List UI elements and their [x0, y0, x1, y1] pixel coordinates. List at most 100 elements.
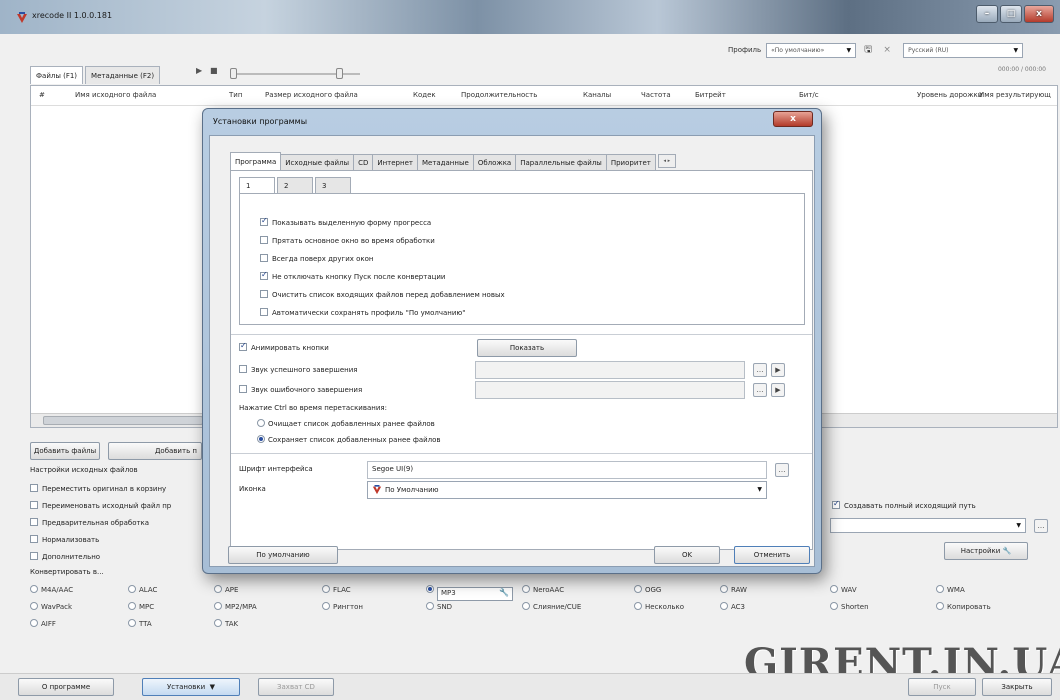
- close-window-button[interactable]: x: [1024, 5, 1054, 23]
- radio[interactable]: [634, 602, 642, 610]
- column-header[interactable]: Каналы: [583, 91, 611, 99]
- checkbox[interactable]: [30, 518, 38, 526]
- scrollbar-thumb[interactable]: [43, 416, 203, 425]
- play-sound-icon[interactable]: ▶: [771, 383, 785, 397]
- ok-button[interactable]: OK: [654, 546, 720, 564]
- column-header[interactable]: Частота: [641, 91, 671, 99]
- start-button[interactable]: Пуск: [908, 678, 976, 696]
- add-files-button[interactable]: Добавить файлы: [30, 442, 100, 460]
- radio[interactable]: [128, 602, 136, 610]
- option-preprocess[interactable]: Предварительная обработка: [30, 518, 149, 527]
- format-option[interactable]: AC3: [720, 602, 745, 611]
- format-option[interactable]: Копировать: [936, 602, 991, 611]
- column-header[interactable]: #: [39, 91, 45, 99]
- browse-icon[interactable]: …: [753, 363, 767, 377]
- column-header[interactable]: Битрейт: [695, 91, 726, 99]
- option-sound-error[interactable]: Звук ошибочного завершения: [239, 385, 362, 394]
- radio[interactable]: [322, 585, 330, 593]
- option-keep-start[interactable]: Не отключать кнопку Пуск после конвертац…: [260, 270, 445, 281]
- maximize-button[interactable]: □: [1000, 5, 1022, 23]
- format-option[interactable]: Слияние/CUE: [522, 602, 581, 611]
- dialog-close-button[interactable]: x: [773, 111, 813, 127]
- radio[interactable]: [634, 585, 642, 593]
- tab-priority[interactable]: Приоритет: [605, 154, 656, 170]
- sound-error-field[interactable]: [475, 381, 745, 399]
- checkbox[interactable]: [30, 501, 38, 509]
- output-path-select[interactable]: ▼: [830, 518, 1026, 533]
- format-option[interactable]: MP3 🔧: [426, 585, 513, 601]
- format-option[interactable]: MP2/MPA: [214, 602, 257, 611]
- format-option[interactable]: WAV: [830, 585, 857, 594]
- radio[interactable]: [30, 619, 38, 627]
- delete-profile-icon[interactable]: ×: [880, 43, 894, 57]
- format-option[interactable]: APE: [214, 585, 238, 594]
- tab-metadata[interactable]: Метаданные: [416, 154, 474, 170]
- format-option[interactable]: RAW: [720, 585, 747, 594]
- tab-source-files[interactable]: Исходные файлы: [280, 154, 355, 170]
- radio[interactable]: [720, 602, 728, 610]
- tab-cover[interactable]: Обложка: [472, 154, 517, 170]
- radio[interactable]: [257, 435, 265, 443]
- format-select[interactable]: MP3 🔧: [437, 587, 513, 601]
- tab-cd[interactable]: CD: [353, 154, 374, 170]
- tab-scroll-right[interactable]: ▸: [668, 158, 671, 164]
- font-browse-button[interactable]: …: [775, 463, 789, 477]
- play-sound-icon[interactable]: ▶: [771, 363, 785, 377]
- checkbox[interactable]: [260, 236, 268, 244]
- column-header[interactable]: Уровень дорожки: [917, 91, 982, 99]
- checkbox[interactable]: [239, 385, 247, 393]
- about-button[interactable]: О программе: [18, 678, 114, 696]
- settings-button[interactable]: Настройки 🔧: [944, 542, 1028, 560]
- format-option[interactable]: Рингтон: [322, 602, 363, 611]
- radio[interactable]: [936, 602, 944, 610]
- radio[interactable]: [936, 585, 944, 593]
- format-option[interactable]: SND: [426, 602, 452, 611]
- checkbox[interactable]: [239, 341, 247, 351]
- stop-icon[interactable]: ■: [210, 66, 218, 75]
- tab-internet[interactable]: Интернет: [372, 154, 418, 170]
- format-option[interactable]: FLAC: [322, 585, 351, 594]
- show-button[interactable]: Показать: [477, 339, 577, 357]
- checkbox[interactable]: [260, 216, 268, 226]
- save-profile-icon[interactable]: 🖫: [861, 43, 875, 57]
- column-header[interactable]: Бит/с: [799, 91, 819, 99]
- radio[interactable]: [426, 602, 434, 610]
- checkbox[interactable]: [260, 290, 268, 298]
- tools-icon[interactable]: 🔧: [499, 588, 509, 597]
- format-option[interactable]: AIFF: [30, 619, 56, 628]
- add-folder-button[interactable]: Добавить п: [108, 442, 202, 460]
- defaults-button[interactable]: По умолчанию: [228, 546, 338, 564]
- format-option[interactable]: TAK: [214, 619, 238, 628]
- subtab-2[interactable]: 2: [277, 177, 313, 193]
- radio[interactable]: [214, 619, 222, 627]
- language-select[interactable]: Русский (RU) ▼: [903, 42, 1024, 58]
- grab-cd-button[interactable]: Захват CD: [258, 678, 334, 696]
- format-option[interactable]: NeroAAC: [522, 585, 564, 594]
- option-hide-main[interactable]: Прятать основное окно во время обработки: [260, 236, 435, 245]
- option-ctrl-clear[interactable]: Очищает список добавленных ранее файлов: [257, 419, 435, 428]
- column-header[interactable]: Размер исходного файла: [265, 91, 358, 99]
- checkbox[interactable]: [30, 535, 38, 543]
- close-button[interactable]: Закрыть: [982, 678, 1052, 696]
- radio[interactable]: [830, 585, 838, 593]
- format-option[interactable]: M4A/AAC: [30, 585, 73, 594]
- seek-handle[interactable]: [230, 68, 237, 79]
- radio[interactable]: [426, 585, 434, 593]
- column-header[interactable]: Продолжительность: [461, 91, 537, 99]
- radio[interactable]: [830, 602, 838, 610]
- radio[interactable]: [128, 585, 136, 593]
- option-full-path[interactable]: Создавать полный исходящий путь: [832, 499, 976, 510]
- format-option[interactable]: WMA: [936, 585, 965, 594]
- checkbox[interactable]: [239, 365, 247, 373]
- format-option[interactable]: WavPack: [30, 602, 72, 611]
- subtab-3[interactable]: 3: [315, 177, 351, 193]
- volume-handle[interactable]: [336, 68, 343, 79]
- format-option[interactable]: OGG: [634, 585, 661, 594]
- subtab-1[interactable]: 1: [239, 177, 275, 193]
- font-field[interactable]: Segoe UI(9): [367, 461, 767, 479]
- radio[interactable]: [322, 602, 330, 610]
- format-option[interactable]: Несколько: [634, 602, 684, 611]
- checkbox[interactable]: [260, 254, 268, 262]
- option-always-on-top[interactable]: Всегда поверх других окон: [260, 254, 373, 263]
- radio[interactable]: [214, 585, 222, 593]
